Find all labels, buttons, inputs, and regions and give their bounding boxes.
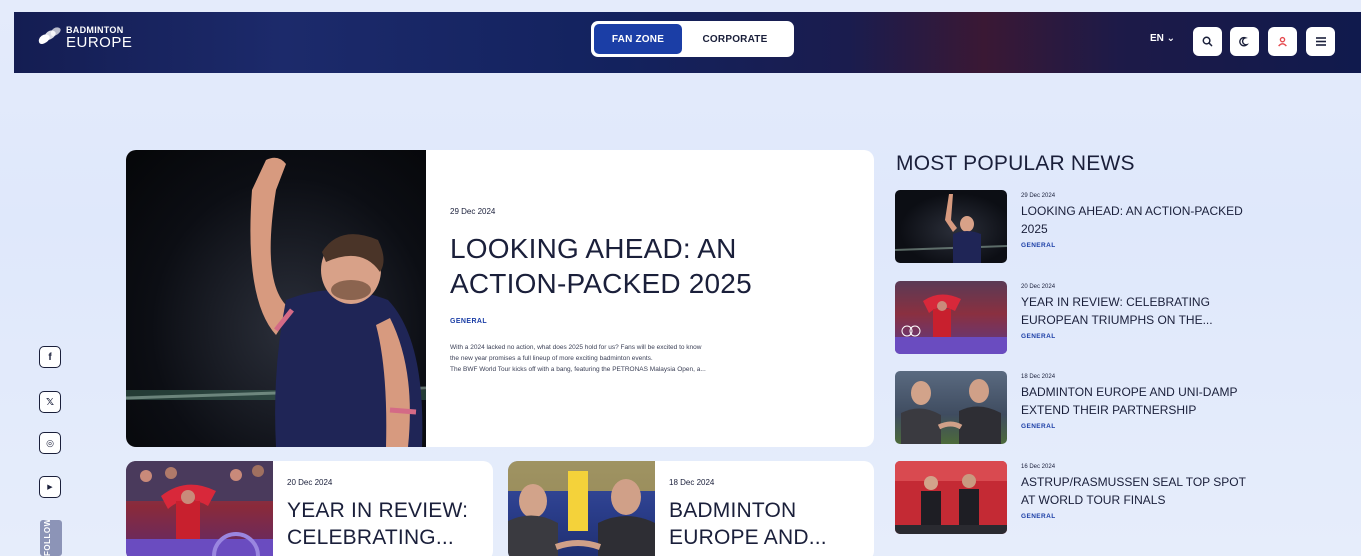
popular-news-date: 29 Dec 2024 xyxy=(1021,193,1056,199)
featured-article-date: 29 Dec 2024 xyxy=(450,207,496,216)
popular-news-title[interactable]: LOOKING AHEAD: AN ACTION-PACKED 2025 xyxy=(1021,202,1261,238)
featured-article-card[interactable]: 29 Dec 2024 LOOKING AHEAD: AN ACTION-PAC… xyxy=(126,150,874,447)
instagram-icon: ◎ xyxy=(46,437,54,448)
featured-article-category[interactable]: GENERAL xyxy=(450,318,850,325)
featured-article-title[interactable]: LOOKING AHEAD: AN ACTION-PACKED 2025 xyxy=(450,231,850,301)
shuttlecock-logo-icon xyxy=(36,25,63,49)
article-card-image xyxy=(126,461,273,556)
featured-article-excerpt: With a 2024 lacked no action, what does … xyxy=(450,342,850,375)
follow-us-label: FOLLOW US xyxy=(43,520,52,556)
x-icon: 𝕏 xyxy=(45,396,55,408)
popular-news-category[interactable]: GENERAL xyxy=(1021,423,1261,430)
corporate-button[interactable]: CORPORATE xyxy=(682,24,788,54)
featured-article-image xyxy=(126,150,427,447)
language-selector[interactable]: EN ⌄ xyxy=(1150,33,1175,44)
popular-news-thumbnail xyxy=(895,461,1007,534)
popular-news-item[interactable]: 18 Dec 2024 BADMINTON EUROPE AND UNI-DAM… xyxy=(895,371,1265,446)
popular-news-item[interactable]: 16 Dec 2024 ASTRUP/RASMUSSEN SEAL TOP SP… xyxy=(895,461,1265,536)
search-icon xyxy=(1202,36,1213,47)
popular-news-category[interactable]: GENERAL xyxy=(1021,333,1261,340)
logo-line-2: EUROPE xyxy=(66,34,133,51)
article-card-image xyxy=(508,461,655,556)
popular-news-thumbnail xyxy=(895,281,1007,354)
popular-news-date: 20 Dec 2024 xyxy=(1021,284,1056,290)
user-icon xyxy=(1278,36,1287,47)
youtube-link[interactable]: ▶ xyxy=(39,476,61,498)
search-button[interactable] xyxy=(1193,27,1222,56)
top-navigation-bar: BADMINTON EUROPE FAN ZONE CORPORATE EN ⌄ xyxy=(14,12,1361,73)
article-card[interactable]: 20 Dec 2024 YEAR IN REVIEW: CELEBRATING.… xyxy=(126,461,493,556)
menu-icon xyxy=(1315,37,1326,46)
title-line: BADMINTON xyxy=(669,499,797,522)
popular-news-thumbnail xyxy=(895,371,1007,444)
title-line: CELEBRATING... xyxy=(287,526,454,549)
facebook-link[interactable]: f xyxy=(39,346,61,368)
fan-zone-button[interactable]: FAN ZONE xyxy=(594,24,682,54)
title-line: EUROPE AND... xyxy=(669,526,827,549)
instagram-link[interactable]: ◎ xyxy=(39,432,61,454)
facebook-icon: f xyxy=(48,351,52,363)
follow-us-tab: FOLLOW US xyxy=(40,520,62,556)
most-popular-heading: MOST POPULAR NEWS xyxy=(896,152,1135,175)
popular-news-item[interactable]: 29 Dec 2024 LOOKING AHEAD: AN ACTION-PAC… xyxy=(895,190,1265,265)
popular-news-date: 18 Dec 2024 xyxy=(1021,374,1056,380)
popular-news-category[interactable]: GENERAL xyxy=(1021,513,1261,520)
article-card-title[interactable]: BADMINTON EUROPE AND... xyxy=(669,497,869,551)
dark-mode-button[interactable] xyxy=(1230,27,1259,56)
popular-news-title[interactable]: BADMINTON EUROPE AND UNI-DAMP EXTEND THE… xyxy=(1021,383,1261,419)
excerpt-line: With a 2024 lacked no action, what does … xyxy=(450,344,702,351)
article-card-date: 20 Dec 2024 xyxy=(287,478,333,487)
youtube-icon: ▶ xyxy=(47,484,53,491)
article-card-title[interactable]: YEAR IN REVIEW: CELEBRATING... xyxy=(287,497,487,551)
zone-switch: FAN ZONE CORPORATE xyxy=(591,21,794,57)
dark-mode-icon xyxy=(1239,36,1250,47)
popular-news-category[interactable]: GENERAL xyxy=(1021,242,1261,249)
account-button[interactable] xyxy=(1268,27,1297,56)
popular-news-item[interactable]: 20 Dec 2024 YEAR IN REVIEW: CELEBRATING … xyxy=(895,281,1265,356)
x-link[interactable]: 𝕏 xyxy=(39,391,61,413)
popular-news-thumbnail xyxy=(895,190,1007,263)
menu-button[interactable] xyxy=(1306,27,1335,56)
title-line: YEAR IN REVIEW: xyxy=(287,499,469,522)
article-card[interactable]: 18 Dec 2024 BADMINTON EUROPE AND... xyxy=(508,461,874,556)
article-card-date: 18 Dec 2024 xyxy=(669,478,715,487)
popular-news-title[interactable]: YEAR IN REVIEW: CELEBRATING EUROPEAN TRI… xyxy=(1021,293,1261,329)
popular-news-title[interactable]: ASTRUP/RASMUSSEN SEAL TOP SPOT AT WORLD … xyxy=(1021,473,1261,509)
excerpt-line: the new year promises a full lineup of m… xyxy=(450,355,653,362)
excerpt-line: The BWF World Tour kicks off with a bang… xyxy=(450,366,706,373)
popular-news-date: 16 Dec 2024 xyxy=(1021,464,1056,470)
badminton-europe-logo[interactable]: BADMINTON EUROPE xyxy=(36,25,133,51)
